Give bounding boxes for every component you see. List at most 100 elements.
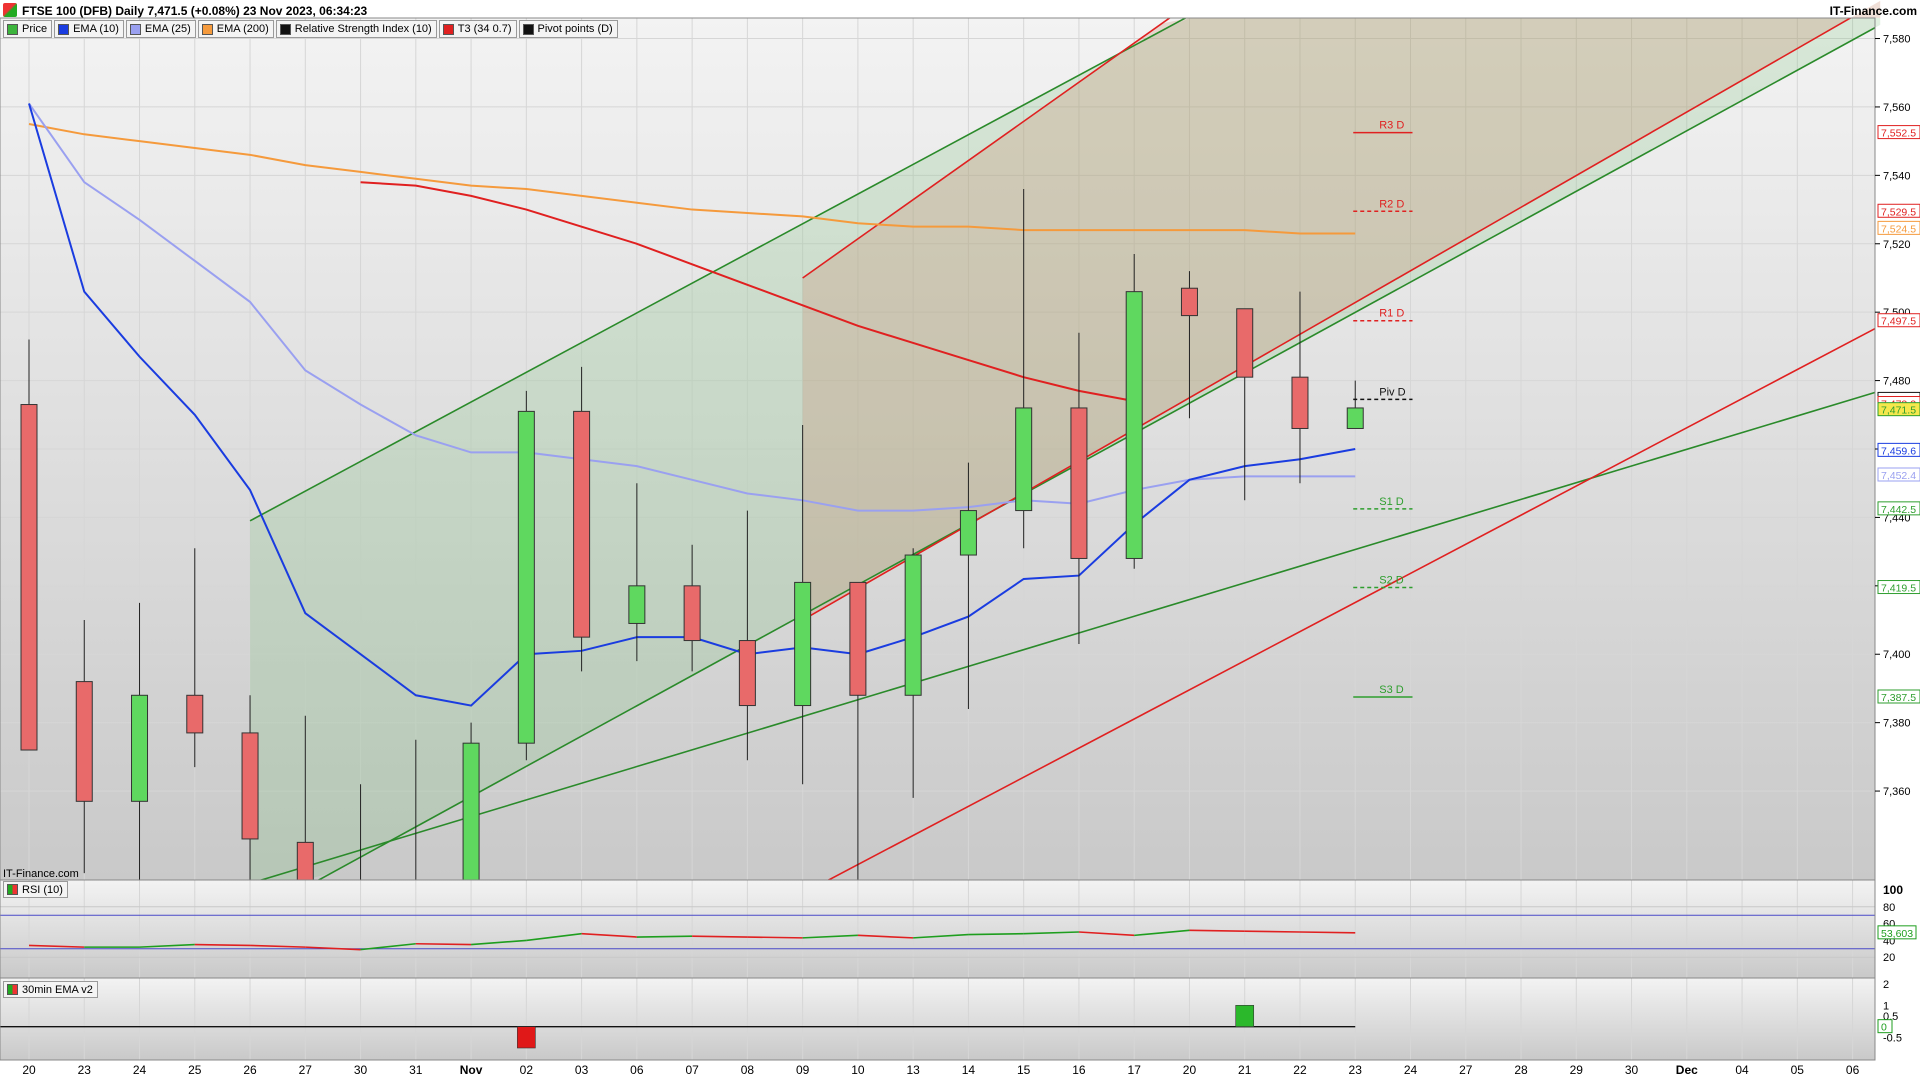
price-axis-label: 7,380 (1883, 718, 1911, 730)
x-axis-label: 08 (741, 1063, 755, 1077)
price-axis-label: 7,480 (1883, 376, 1911, 388)
legend-item[interactable]: Price (3, 20, 53, 38)
x-axis-label: 26 (243, 1063, 257, 1077)
legend-label: EMA (200) (216, 23, 269, 35)
x-axis-label: 13 (906, 1063, 920, 1077)
candle-down (1070, 407, 1088, 559)
rsi-panel-label[interactable]: RSI (10) (3, 881, 68, 898)
x-axis-label: 20 (1183, 1063, 1197, 1077)
x-axis-label: 24 (1404, 1063, 1418, 1077)
candle-up (959, 510, 977, 556)
candle-down (573, 410, 591, 638)
x-axis-label: 07 (685, 1063, 699, 1077)
legend-label: Relative Strength Index (10) (294, 23, 432, 35)
legend-swatch-icon (279, 23, 291, 35)
price-tag-label: 7,471.5 (1881, 405, 1916, 417)
pivot-label: S2 D (1379, 575, 1404, 587)
legend-label: EMA (10) (73, 23, 119, 35)
rsi-line-segment (194, 943, 251, 947)
rsi-panel-background (0, 880, 1875, 978)
price-axis-label: 7,520 (1883, 239, 1911, 251)
x-axis-label: 06 (1846, 1063, 1860, 1077)
price-axis-label: 7,580 (1883, 34, 1911, 46)
legend-swatch-icon (58, 23, 70, 35)
x-axis-label: 23 (1349, 1063, 1363, 1077)
pivot-label: S3 D (1379, 684, 1404, 696)
rsi-value-label: 53,603 (1881, 928, 1913, 940)
rsi-line-segment (636, 935, 693, 938)
x-axis-label: 21 (1238, 1063, 1252, 1077)
candle-up (628, 585, 646, 624)
rsi-line-segment (415, 942, 472, 946)
x-axis-label: 25 (188, 1063, 202, 1077)
legend-item[interactable]: T3 (34 0.7) (438, 20, 517, 38)
candle-up (1125, 291, 1143, 559)
x-axis-label: 30 (1625, 1063, 1639, 1077)
legend-swatch-icon (7, 23, 18, 35)
rsi-line-segment (1244, 930, 1300, 933)
pivot-label: R2 D (1379, 198, 1404, 210)
x-axis-label: 03 (575, 1063, 589, 1077)
price-tag: 7,552.5 (1877, 125, 1920, 140)
price-tag-label: 7,387.5 (1881, 692, 1916, 704)
legend-label: Pivot points (D) (537, 23, 613, 35)
candle-up (517, 410, 535, 744)
candle-down (75, 681, 93, 802)
candle-up (904, 554, 922, 696)
price-tag-label: 7,524.5 (1881, 223, 1916, 235)
brand-label: IT-Finance.com (1829, 4, 1917, 18)
x-axis-label: 27 (299, 1063, 313, 1077)
x-axis-label: 30 (354, 1063, 368, 1077)
legend-item[interactable]: EMA (25) (125, 20, 196, 38)
legend-item[interactable]: EMA (200) (197, 20, 274, 38)
chart-header: FTSE 100 (DFB) Daily 7,471.5 (+0.08%) 23… (0, 0, 1920, 20)
x-axis-label: 17 (1128, 1063, 1142, 1077)
candle-down (20, 404, 38, 751)
price-tag: 7,442.5 (1877, 501, 1920, 516)
price-axis-label: 7,540 (1883, 170, 1911, 182)
x-axis-label: 05 (1791, 1063, 1805, 1077)
pivot-label: S1 D (1379, 496, 1404, 508)
candle-up (1346, 407, 1364, 429)
watermark: IT-Finance.com (3, 868, 79, 880)
candle-up (1015, 407, 1033, 512)
price-tag-label: 7,497.5 (1881, 316, 1916, 328)
legend-item[interactable]: Pivot points (D) (518, 20, 618, 38)
legend-item[interactable]: Relative Strength Index (10) (275, 20, 437, 38)
app-logo-icon (3, 3, 17, 17)
rsi-label-text: RSI (10) (22, 883, 63, 896)
rsi-line-segment (1189, 929, 1245, 932)
legend-swatch-icon (129, 23, 141, 35)
ema-v2-panel-label[interactable]: 30min EMA v2 (3, 981, 98, 998)
price-tag-label: 7,529.5 (1881, 206, 1916, 218)
legend-label: T3 (34 0.7) (457, 23, 512, 35)
candle-down (849, 581, 867, 696)
pivot-label: Piv D (1379, 386, 1405, 398)
price-tag-label: 7,459.6 (1881, 445, 1916, 457)
rsi-line-segment (968, 932, 1024, 936)
price-axis-label: 7,560 (1883, 102, 1911, 114)
price-tag: 7,471.5 (1877, 402, 1920, 417)
x-axis-label: 04 (1735, 1063, 1749, 1077)
candle-up (794, 581, 812, 707)
chart-canvas[interactable]: R3 D R2 D R1 D Piv D S1 D S2 D S3 D 7,360 7,380 7… (0, 0, 1920, 1080)
price-tag-label: 7,452.4 (1881, 470, 1916, 482)
x-axis-label: 22 (1293, 1063, 1307, 1077)
ema-v2-axis-label: -0.5 (1883, 1032, 1902, 1044)
price-tag: 7,387.5 (1877, 689, 1920, 704)
legend-swatch-icon (201, 23, 213, 35)
x-axis-label: 16 (1072, 1063, 1086, 1077)
x-axis-label: 23 (78, 1063, 92, 1077)
x-axis-label: 02 (520, 1063, 534, 1077)
price-tag: 7,419.5 (1877, 580, 1920, 595)
legend-swatch-icon (522, 23, 534, 35)
ema-v2-bar-up (1235, 1005, 1255, 1027)
pivot-label: R1 D (1379, 308, 1404, 320)
legend-item[interactable]: EMA (10) (54, 20, 124, 38)
price-tag: 7,459.6 (1877, 442, 1920, 457)
indicator-legend: Price EMA (10) EMA (25) EMA (200) Relative S… (3, 20, 620, 38)
rsi-axis-label: 80 (1883, 902, 1895, 914)
legend-label: EMA (25) (144, 23, 191, 35)
x-axis-label: 27 (1459, 1063, 1473, 1077)
ema-v2-axis-label: 2 (1883, 979, 1889, 991)
